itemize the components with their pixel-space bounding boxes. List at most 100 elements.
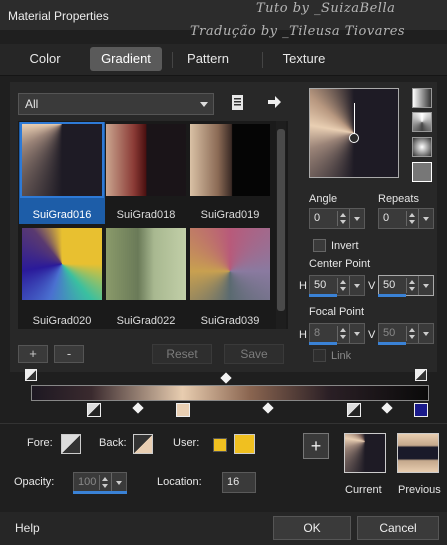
user-color-radio[interactable]	[213, 438, 227, 452]
help-link[interactable]: Help	[15, 521, 40, 535]
chevron-down-icon[interactable]	[349, 276, 364, 295]
gradient-thumbnail[interactable]	[22, 228, 102, 300]
sunburst-style-button[interactable]	[412, 112, 432, 132]
chevron-down-icon[interactable]	[349, 209, 364, 228]
opacity-stop-end[interactable]	[415, 369, 427, 381]
center-point-handle[interactable]	[349, 133, 359, 143]
add-gradient-button[interactable]: +	[18, 345, 48, 363]
color-stop[interactable]	[414, 403, 428, 417]
chevron-down-icon[interactable]	[418, 324, 433, 343]
focal-point-h-field[interactable]: 8	[309, 323, 365, 344]
opacity-slider[interactable]	[73, 491, 127, 494]
tab-divider	[172, 52, 173, 68]
center-point-v-stepper[interactable]	[406, 278, 417, 293]
opacity-midpoint-marker[interactable]	[220, 372, 232, 384]
invert-checkbox[interactable]	[313, 239, 326, 252]
focal-point-h-stepper[interactable]	[337, 326, 348, 341]
color-stop[interactable]	[347, 403, 361, 417]
gradient-thumbnail-label: SuiGrad016	[32, 209, 92, 221]
color-midpoint-marker[interactable]	[262, 402, 274, 414]
back-color-swatch[interactable]	[133, 434, 153, 454]
repeats-field[interactable]: 0	[378, 208, 434, 229]
center-point-h-stepper[interactable]	[337, 278, 348, 293]
previous-swatch[interactable]	[397, 433, 439, 473]
tab-color[interactable]: Color	[14, 47, 76, 71]
repeats-stepper[interactable]	[406, 211, 417, 226]
center-point-v-field[interactable]: 50	[378, 275, 434, 296]
user-color-swatch[interactable]	[234, 434, 255, 454]
location-value: 16	[227, 476, 240, 488]
opacity-value: 100	[78, 476, 97, 488]
repeats-label: Repeats	[378, 193, 419, 205]
center-point-h-slider[interactable]	[309, 294, 337, 297]
angle-field[interactable]: 0	[309, 208, 365, 229]
invert-label: Invert	[331, 240, 359, 252]
previous-label: Previous	[398, 484, 441, 496]
gradient-thumbnail-label: SuiGrad018	[116, 209, 176, 221]
focal-point-v-stepper[interactable]	[406, 326, 417, 341]
linear-style-button[interactable]	[412, 88, 432, 108]
watermark-line-2: Tradução by _Tileusa Tiovares	[190, 24, 406, 39]
gradient-thumbnail-label: SuiGrad020	[32, 315, 92, 327]
center-point-h-field[interactable]: 50	[309, 275, 365, 296]
chevron-down-icon[interactable]	[111, 473, 126, 492]
reset-button[interactable]: Reset	[152, 344, 212, 364]
focal-point-v-value: 50	[383, 327, 396, 339]
center-point-v-label: V	[368, 280, 376, 292]
repeats-value: 0	[383, 212, 390, 224]
current-swatch[interactable]	[344, 433, 386, 473]
library-filter-dropdown[interactable]: All	[18, 93, 214, 115]
chevron-down-icon[interactable]	[418, 209, 433, 228]
gradient-thumbnail[interactable]	[106, 124, 186, 196]
opacity-label: Opacity:	[14, 476, 55, 488]
angle-stepper[interactable]	[337, 211, 348, 226]
color-stop-selected[interactable]	[176, 403, 190, 417]
angle-label: Angle	[309, 193, 338, 205]
color-stop[interactable]	[87, 403, 101, 417]
chevron-down-icon[interactable]	[349, 324, 364, 343]
save-gradient-button[interactable]: Save	[224, 344, 284, 364]
focal-point-v-field[interactable]: 50	[378, 323, 434, 344]
opacity-stop-start[interactable]	[25, 369, 37, 381]
color-midpoint-marker[interactable]	[132, 402, 144, 414]
remove-gradient-button[interactable]: -	[54, 345, 84, 363]
chevron-down-icon	[200, 102, 208, 107]
focal-point-label: Focal Point	[309, 306, 365, 318]
center-point-v-slider[interactable]	[378, 294, 406, 297]
tab-pattern[interactable]: Pattern	[176, 47, 240, 71]
opacity-stepper[interactable]	[99, 475, 110, 490]
gradient-thumbnail-label: SuiGrad022	[116, 315, 176, 327]
gradient-preview[interactable]	[309, 88, 399, 178]
gradient-thumbnail-label: SuiGrad019	[200, 209, 260, 221]
angle-handle-line	[354, 103, 355, 135]
arrow-right-icon[interactable]	[266, 94, 282, 110]
fore-color-swatch[interactable]	[61, 434, 81, 454]
focal-point-h-slider[interactable]	[309, 342, 337, 345]
tab-texture[interactable]: Texture	[270, 47, 338, 71]
link-checkbox[interactable]	[313, 349, 326, 362]
ok-button[interactable]: OK	[273, 516, 351, 540]
gradient-thumbnail[interactable]	[20, 122, 104, 198]
location-field[interactable]: 16	[222, 472, 256, 493]
chevron-down-icon[interactable]	[418, 276, 433, 295]
focal-point-v-slider[interactable]	[378, 342, 406, 345]
gradient-editor-bar[interactable]	[31, 385, 429, 401]
location-label: Location:	[157, 476, 202, 488]
focal-point-h-value: 8	[314, 327, 321, 339]
add-swatch-button[interactable]: +	[303, 433, 329, 459]
rectangular-style-button[interactable]	[412, 162, 432, 182]
gradient-thumbnail[interactable]	[106, 228, 186, 300]
tab-gradient[interactable]: Gradient	[90, 47, 162, 71]
gradient-thumbnail[interactable]	[190, 228, 270, 300]
focal-point-h-label: H	[299, 329, 307, 341]
opacity-field[interactable]: 100	[73, 472, 127, 493]
library-options-icon[interactable]	[230, 94, 246, 112]
angle-value: 0	[314, 212, 321, 224]
window-title: Material Properties	[8, 9, 109, 23]
center-point-h-value: 50	[314, 279, 327, 291]
gradient-thumbnail[interactable]	[190, 124, 270, 196]
cancel-button[interactable]: Cancel	[357, 516, 439, 540]
library-scrollbar-thumb[interactable]	[277, 129, 285, 311]
color-midpoint-marker[interactable]	[381, 402, 393, 414]
radial-style-button[interactable]	[412, 137, 432, 157]
